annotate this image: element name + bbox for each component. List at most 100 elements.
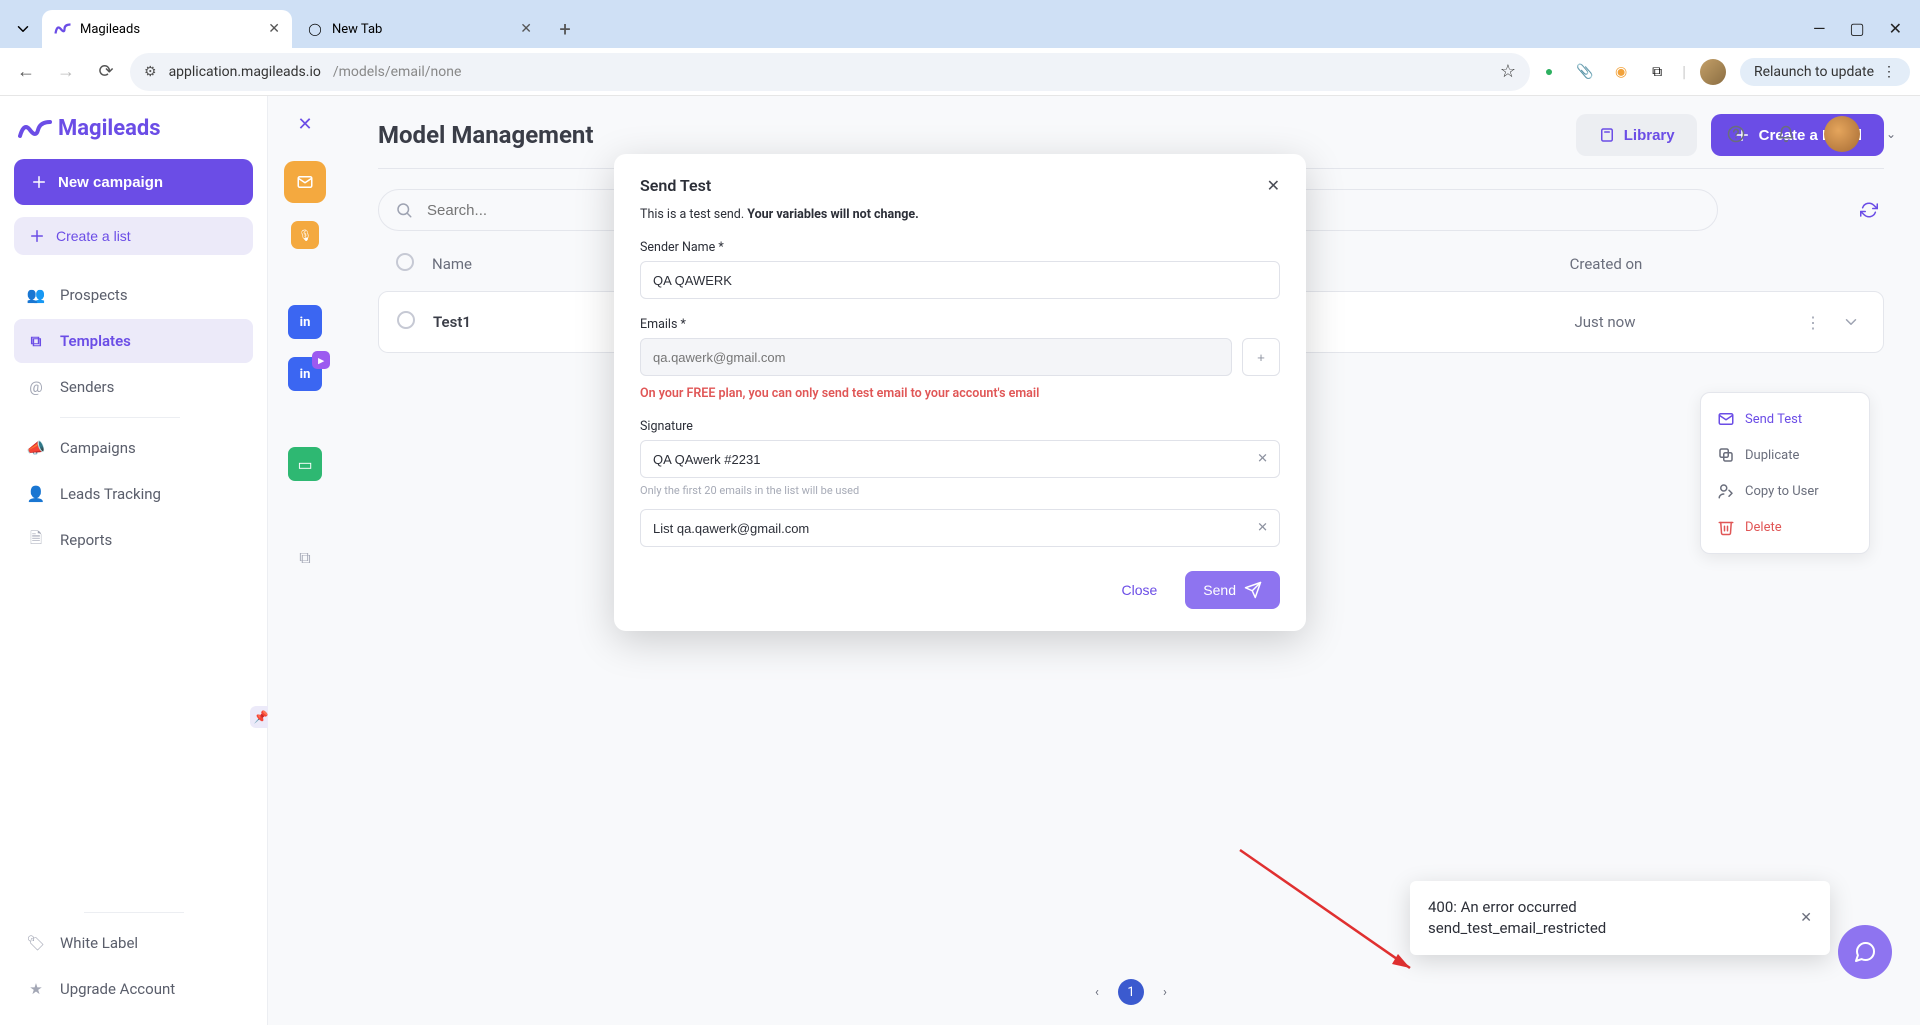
app-logo[interactable]: Magileads bbox=[14, 110, 253, 159]
nav-prospects[interactable]: 👥 Prospects bbox=[14, 273, 253, 317]
pager-next[interactable]: › bbox=[1152, 979, 1178, 1005]
close-window-button[interactable]: ✕ bbox=[1889, 19, 1902, 38]
ext-green-icon[interactable]: ● bbox=[1538, 61, 1560, 83]
minimize-button[interactable]: — bbox=[1813, 19, 1826, 38]
modal-close-action[interactable]: Close bbox=[1108, 571, 1172, 609]
nav-label: Campaigns bbox=[60, 439, 136, 457]
notifications-button[interactable] bbox=[1774, 122, 1798, 146]
user-avatar[interactable] bbox=[1824, 116, 1860, 152]
reload-button[interactable]: ⟳ bbox=[90, 56, 122, 88]
ctx-label: Send Test bbox=[1745, 412, 1802, 427]
pager-prev[interactable]: ‹ bbox=[1084, 979, 1110, 1005]
toast-dismiss[interactable]: ✕ bbox=[1800, 910, 1812, 926]
tab-title: New Tab bbox=[332, 22, 512, 37]
new-campaign-button[interactable]: New campaign bbox=[14, 159, 253, 205]
ctx-delete[interactable]: Delete bbox=[1701, 509, 1869, 545]
create-list-button[interactable]: Create a list bbox=[14, 217, 253, 255]
nav-label: Prospects bbox=[60, 286, 128, 304]
logo-text: Magileads bbox=[58, 116, 161, 141]
nav-white-label[interactable]: 🏷White Label bbox=[14, 921, 253, 965]
copy-icon bbox=[1717, 446, 1735, 464]
help-button[interactable] bbox=[1724, 122, 1748, 146]
sender-name-input[interactable] bbox=[640, 261, 1280, 299]
nav-campaigns[interactable]: 📣Campaigns bbox=[14, 426, 253, 470]
add-email-button[interactable]: + bbox=[1242, 338, 1280, 376]
rail-linkedin-1[interactable]: in bbox=[288, 305, 322, 339]
modal-send-action[interactable]: Send bbox=[1185, 571, 1280, 609]
library-button[interactable]: Library bbox=[1576, 114, 1697, 156]
url-path: /models/email/none bbox=[333, 64, 462, 80]
relaunch-button[interactable]: Relaunch to update ⋮ bbox=[1740, 58, 1910, 86]
bookmark-star-icon[interactable]: ☆ bbox=[1500, 61, 1516, 82]
clear-list[interactable]: ✕ bbox=[1257, 521, 1268, 536]
users-icon: 👥 bbox=[26, 285, 46, 305]
ext-orange-icon[interactable]: ◉ bbox=[1610, 61, 1632, 83]
nav-label: Templates bbox=[60, 332, 131, 350]
modal-sub-a: This is a test send. bbox=[640, 207, 744, 222]
list-hint: Only the first 20 emails in the list wil… bbox=[640, 484, 1280, 497]
tab-search-dropdown[interactable] bbox=[6, 12, 40, 46]
nav-divider bbox=[60, 417, 180, 418]
back-button[interactable]: ← bbox=[10, 56, 42, 88]
rail-voice[interactable]: 🎙 bbox=[291, 221, 319, 249]
rail-copy[interactable]: ⧉ bbox=[284, 537, 326, 579]
tab-close[interactable]: ✕ bbox=[268, 21, 280, 37]
profile-avatar[interactable] bbox=[1700, 59, 1726, 85]
chevron-down-icon bbox=[14, 20, 32, 38]
extensions-area: ● 📎 ◉ ⧉ | Relaunch to update ⋮ bbox=[1538, 58, 1910, 86]
browser-toolbar: ← → ⟳ ⚙ application.magileads.io/models/… bbox=[0, 48, 1920, 96]
browser-tab-strip: Magileads ✕ ◯ New Tab ✕ + — ▢ ✕ bbox=[0, 0, 1920, 48]
ctx-send-test[interactable]: Send Test bbox=[1701, 401, 1869, 437]
nav-templates[interactable]: ⧉Templates bbox=[14, 319, 253, 363]
pagination: ‹ 1 › bbox=[1084, 979, 1178, 1005]
ctx-label: Duplicate bbox=[1745, 448, 1799, 463]
page-title: Model Management bbox=[378, 121, 594, 149]
tab-close[interactable]: ✕ bbox=[520, 21, 532, 37]
url-host: application.magileads.io bbox=[169, 64, 321, 80]
favicon-magileads bbox=[54, 20, 72, 38]
browser-tab-active[interactable]: Magileads ✕ bbox=[42, 10, 292, 48]
column-created[interactable]: Created on bbox=[1506, 255, 1706, 273]
select-all-checkbox[interactable] bbox=[396, 253, 432, 275]
nav-senders[interactable]: @Senders bbox=[14, 365, 253, 409]
nav-leads[interactable]: 👤Leads Tracking bbox=[14, 472, 253, 516]
book-icon bbox=[1598, 126, 1616, 144]
rail-sms[interactable]: ▭ bbox=[288, 447, 322, 481]
relaunch-label: Relaunch to update bbox=[1754, 64, 1874, 80]
template-type-rail: ✕ 🎙 in in▸ ▭ ⧉ bbox=[268, 96, 342, 1025]
refresh-button[interactable] bbox=[1854, 195, 1884, 225]
rail-email[interactable] bbox=[284, 161, 326, 203]
ctx-duplicate[interactable]: Duplicate bbox=[1701, 437, 1869, 473]
browser-tab-inactive[interactable]: ◯ New Tab ✕ bbox=[294, 10, 544, 48]
rail-close[interactable]: ✕ bbox=[297, 114, 312, 135]
row-kebab[interactable]: ⋮ bbox=[1799, 308, 1827, 336]
nav-label: Leads Tracking bbox=[60, 485, 161, 503]
clear-signature[interactable]: ✕ bbox=[1257, 452, 1268, 467]
maximize-button[interactable]: ▢ bbox=[1849, 19, 1864, 38]
mail-icon bbox=[1717, 410, 1735, 428]
nav-label: Reports bbox=[60, 531, 112, 549]
user-menu-chevron[interactable]: ⌄ bbox=[1886, 127, 1896, 141]
ctx-copy-user[interactable]: Copy to User bbox=[1701, 473, 1869, 509]
list-input[interactable] bbox=[640, 509, 1280, 547]
create-list-label: Create a list bbox=[56, 228, 131, 244]
modal-close-button[interactable]: ✕ bbox=[1267, 176, 1280, 195]
site-info-icon[interactable]: ⚙ bbox=[144, 64, 157, 80]
rail-linkedin-2[interactable]: in▸ bbox=[288, 357, 322, 391]
row-checkbox[interactable] bbox=[397, 311, 433, 333]
chat-fab[interactable] bbox=[1838, 925, 1892, 979]
nav-upgrade[interactable]: ★Upgrade Account bbox=[14, 967, 253, 1011]
modal-subtitle: This is a test send. Your variables will… bbox=[640, 207, 1280, 222]
pager-page-1[interactable]: 1 bbox=[1118, 979, 1144, 1005]
new-tab-button[interactable]: + bbox=[550, 14, 580, 44]
extensions-menu-icon[interactable]: ⧉ bbox=[1646, 61, 1668, 83]
trash-icon bbox=[1717, 518, 1735, 536]
row-expand[interactable] bbox=[1837, 308, 1865, 336]
signature-input[interactable] bbox=[640, 440, 1280, 478]
address-bar[interactable]: ⚙ application.magileads.io/models/email/… bbox=[130, 53, 1530, 91]
ext-clip-icon[interactable]: 📎 bbox=[1574, 61, 1596, 83]
library-label: Library bbox=[1624, 127, 1675, 144]
search-icon bbox=[395, 201, 413, 219]
forward-button[interactable]: → bbox=[50, 56, 82, 88]
nav-reports[interactable]: 🗎Reports bbox=[14, 518, 253, 562]
